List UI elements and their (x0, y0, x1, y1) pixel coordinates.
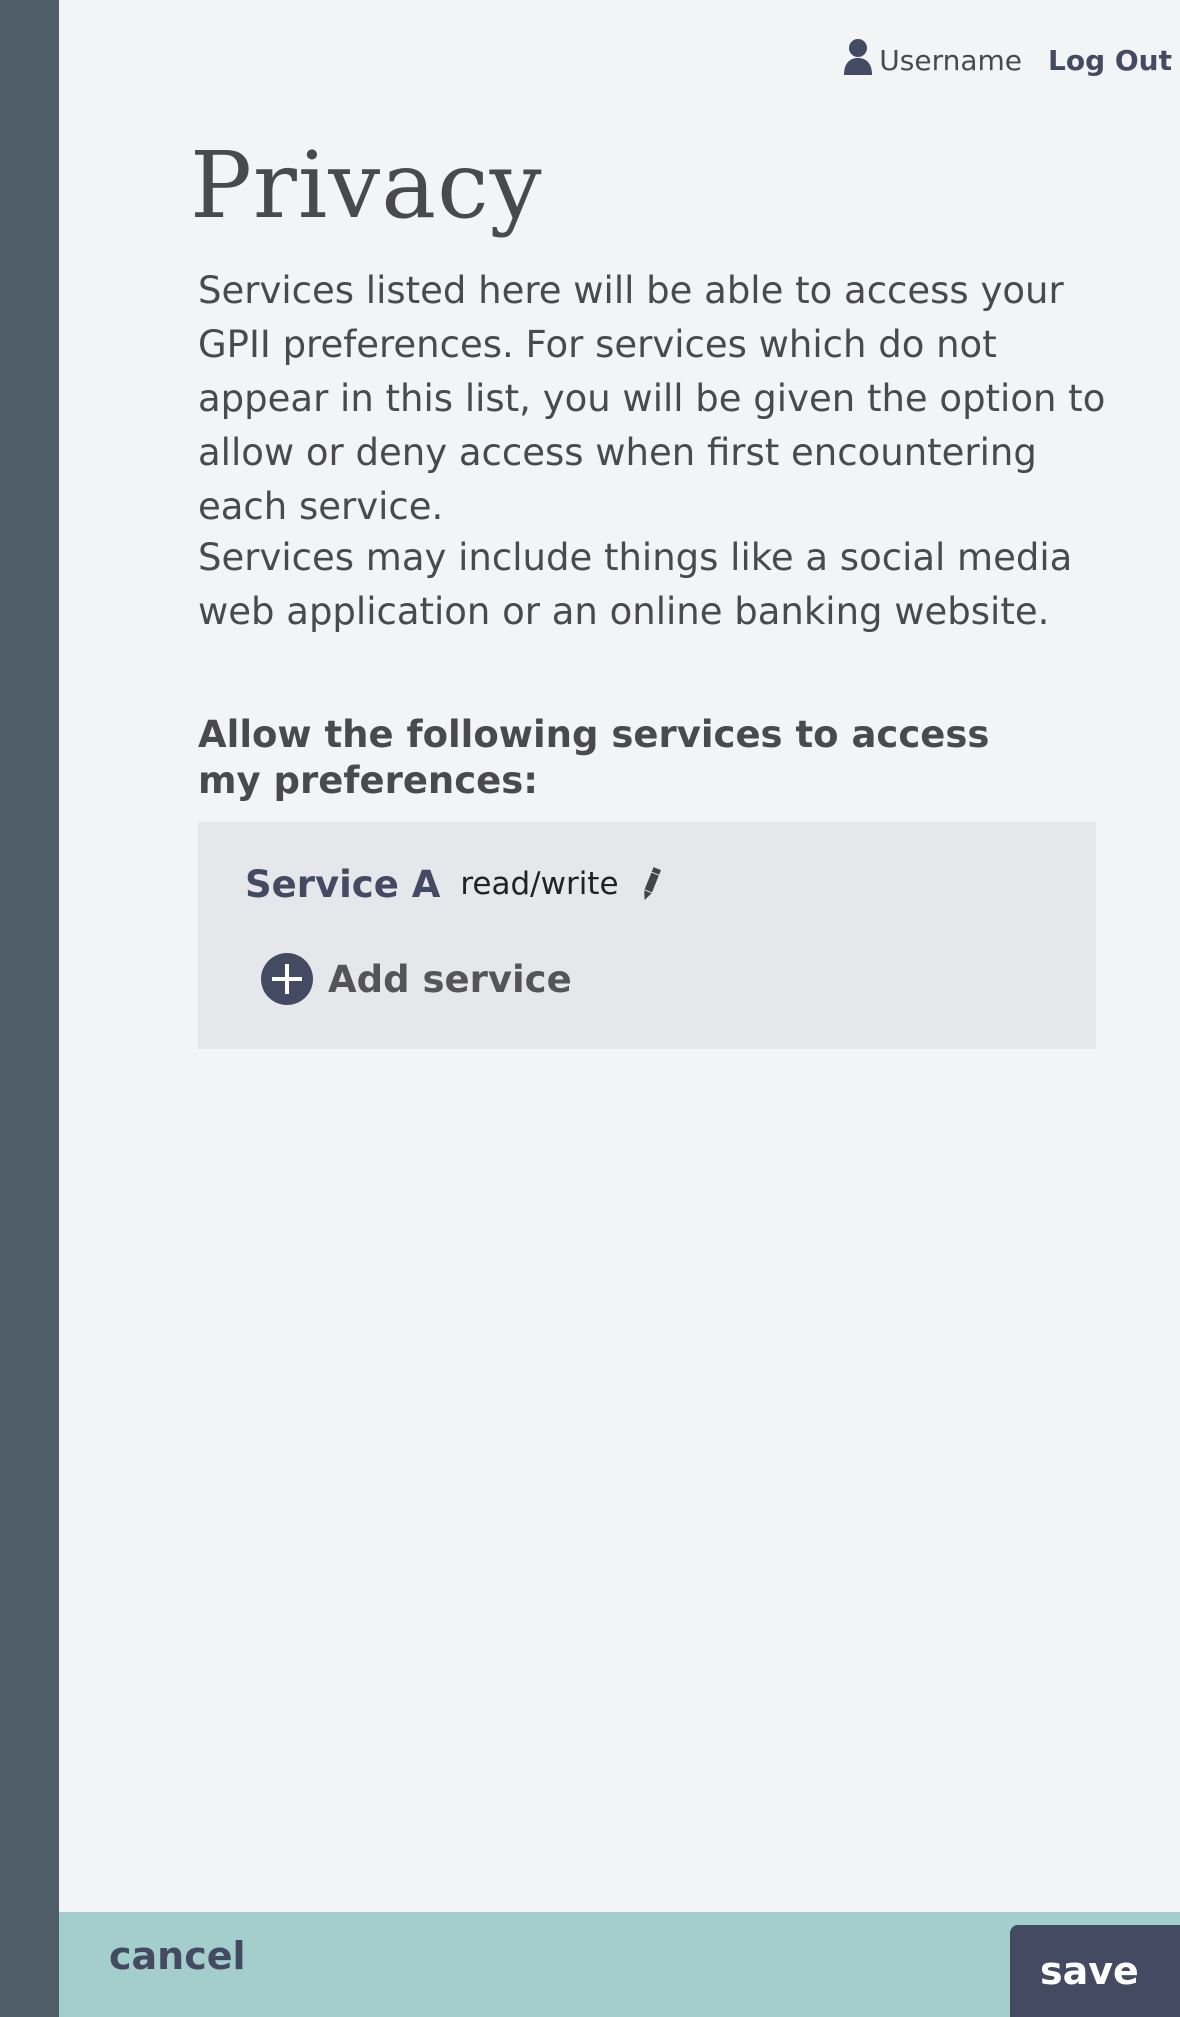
service-name: Service A (245, 862, 441, 906)
allow-services-heading: Allow the following services to access m… (198, 713, 990, 802)
pencil-icon[interactable] (637, 864, 663, 904)
page-title: Privacy (190, 132, 543, 239)
service-row: Service A read/write (245, 854, 663, 914)
plus-circle-icon (261, 953, 313, 1005)
save-button[interactable]: save (1010, 1925, 1180, 2017)
cancel-button[interactable]: cancel (109, 1934, 246, 1978)
footer-bar: cancel save (59, 1912, 1180, 2017)
privacy-page: Username Log Out Privacy Services listed… (0, 0, 1180, 2017)
intro-text: Services listed here will be able to acc… (198, 269, 1106, 528)
username: Username (879, 43, 1022, 77)
intro-text-2: Services may include things like a socia… (198, 536, 1073, 633)
left-rail (0, 0, 59, 2017)
service-access: read/write (460, 866, 619, 902)
services-panel: Service A read/write Add service (198, 822, 1096, 1049)
user-icon (844, 39, 873, 75)
user-bar: Username Log Out (843, 30, 1172, 90)
add-service-label: Add service (328, 957, 572, 1001)
logout-link[interactable]: Log Out (1048, 44, 1172, 77)
add-service-button[interactable]: Add service (260, 949, 572, 1009)
